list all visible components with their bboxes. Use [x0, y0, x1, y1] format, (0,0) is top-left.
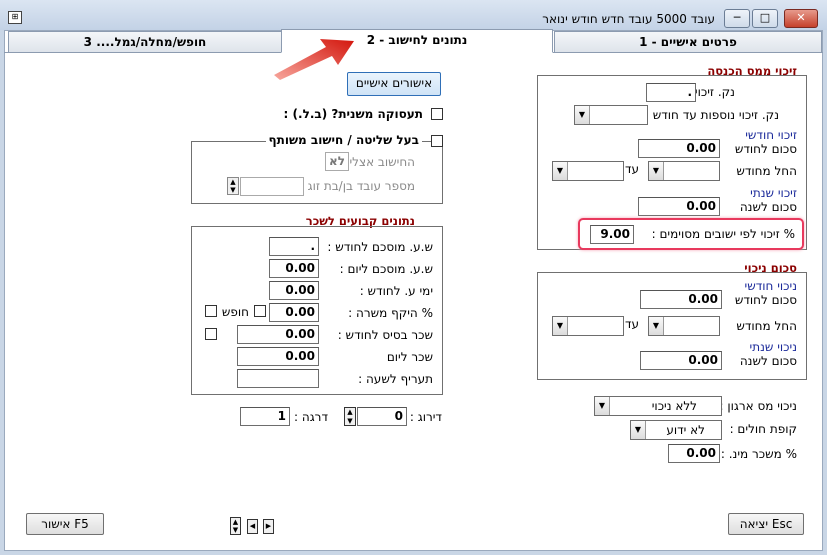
min-wage-input[interactable]: 0.00 [668, 444, 720, 463]
exit-button[interactable]: יציאה Esc [728, 513, 804, 535]
org-tax-value: ללא ניכוי [651, 399, 697, 413]
rating-stepper-icon[interactable]: ▲ ▼ [344, 407, 356, 426]
vacation-checkbox[interactable] [254, 305, 266, 317]
approve-button[interactable]: אישור F5 [26, 513, 104, 535]
health-fund-value: לא ידוע [666, 423, 705, 437]
monthly-credit-title: זיכוי חודשי [745, 128, 797, 142]
extra-until-combo[interactable]: ▼ [574, 105, 648, 125]
controlling-label: בעל שליטה / חישוב משותף [265, 133, 422, 147]
base-salary-label: שכר בסיס לחודש : [337, 328, 433, 342]
org-tax-label: ניכוי מס ארגון : [719, 399, 798, 413]
avg-hours-day-input[interactable]: 0.00 [269, 259, 319, 278]
health-fund-combo[interactable]: ▼ לא ידוע [630, 420, 722, 440]
monthly-deduction-title: ניכוי חודשי [744, 279, 797, 293]
credit-from-month-label: החל מחודש [736, 164, 797, 178]
hourly-rate-input[interactable] [237, 369, 319, 388]
yearly-credit-title: זיכוי שנתי [750, 186, 797, 200]
settlement-credit-input[interactable]: 9.00 [590, 225, 634, 244]
yearly-credit-sum-label: סכום לשנה [739, 200, 797, 214]
tab-personal-details[interactable]: פרטים אישיים - 1 [554, 31, 822, 53]
base-salary-input[interactable]: 0.00 [237, 325, 319, 344]
next-record-icon[interactable]: ▶ [263, 519, 274, 534]
settlement-credit-label: % זיכוי לפי ישובים מסוימים : [651, 227, 795, 241]
yearly-deduction-sum-label: סכום לשנה [739, 354, 797, 368]
yearly-deduction-sum-input[interactable]: 0.00 [640, 351, 722, 370]
base-salary-checkbox[interactable] [205, 328, 217, 340]
chevron-down-icon[interactable]: ▼ [575, 106, 590, 124]
spouse-number-input[interactable] [240, 177, 304, 196]
prev-record-icon[interactable]: ◀ [247, 519, 258, 534]
daily-wage-input[interactable]: 0.00 [237, 347, 319, 366]
grade-input[interactable]: 1 [240, 407, 290, 426]
calc-at-input[interactable]: לא [325, 152, 349, 171]
chevron-down-icon[interactable]: ▼ [553, 317, 568, 335]
chevron-down-icon[interactable]: ▼ [649, 162, 664, 180]
yearly-credit-sum-input[interactable]: 0.00 [638, 197, 720, 216]
close-button[interactable]: ✕ [784, 9, 818, 28]
deduction-until-combo[interactable]: ▼ [552, 316, 624, 336]
work-days-input[interactable]: 0.00 [269, 281, 319, 300]
monthly-deduction-sum-label: סכום לחודש [734, 293, 797, 307]
grade-label: דרגה : [294, 410, 328, 424]
hourly-rate-label: תעריף לשעה : [358, 372, 433, 386]
health-fund-label: קופת חולים : [729, 422, 797, 436]
deduction-from-month-combo[interactable]: ▼ [648, 316, 720, 336]
tab-vacation-sick[interactable]: חופש/מחלה/גמל.... 3 [8, 31, 282, 53]
monthly-deduction-sum-input[interactable]: 0.00 [640, 290, 722, 309]
avg-hours-month-label: ש.ע. מוסכם לחודש : [327, 240, 433, 254]
extra-until-label: נק. זיכוי נוספות עד חודש : [644, 108, 779, 122]
maximize-button[interactable]: □ [752, 9, 778, 28]
app-icon: ⊞ [8, 11, 22, 24]
spouse-stepper-icon[interactable]: ▲ ▼ [227, 177, 239, 195]
rating-label: דירוג : [409, 410, 442, 424]
deduction-from-month-label: החל מחודש [736, 319, 797, 333]
chevron-down-icon[interactable]: ▼ [553, 162, 568, 180]
min-wage-label: % משכר מינ. : [720, 447, 797, 461]
secondary-job-checkbox[interactable] [431, 108, 443, 120]
credit-until-combo[interactable]: ▼ [552, 161, 624, 181]
monthly-credit-sum-input[interactable]: 0.00 [638, 139, 720, 158]
vacation-label: חופש [221, 305, 249, 319]
window-title: עובד 5000 עובד חדש חודש ינואר [542, 12, 715, 26]
chevron-down-icon[interactable]: ▼ [649, 317, 664, 335]
credit-until-label: עד [624, 162, 639, 176]
yearly-deduction-title: ניכוי שנתי [749, 340, 797, 354]
org-tax-combo[interactable]: ▼ ללא ניכוי [594, 396, 722, 416]
deduction-until-label: עד [624, 317, 639, 331]
spouse-number-label: מספר עובד בן/בת זוג : [299, 179, 415, 193]
red-arrow-icon [274, 39, 354, 80]
record-stepper-icon[interactable]: ▲ ▼ [230, 517, 241, 535]
secondary-job-label: תעסוקה משנית? (ב.ל.) : [283, 107, 423, 121]
chevron-down-icon[interactable]: ▼ [631, 421, 646, 439]
minimize-button[interactable]: ─ [724, 9, 750, 28]
extra-points-input[interactable]: . [646, 83, 696, 102]
scope-checkbox[interactable] [205, 305, 217, 317]
monthly-credit-sum-label: סכום לחודש [734, 142, 797, 156]
work-days-label: ימי ע. לחודש : [359, 284, 433, 298]
avg-hours-month-input[interactable]: . [269, 237, 319, 256]
personal-approvals-button[interactable]: אישורים אישיים [347, 72, 441, 96]
daily-wage-label: שכר ליום [386, 350, 433, 364]
credit-from-month-combo[interactable]: ▼ [648, 161, 720, 181]
controlling-checkbox[interactable] [431, 135, 443, 147]
avg-hours-day-label: ש.ע. מוסכם ליום : [339, 262, 433, 276]
rating-input[interactable]: 0 [357, 407, 407, 426]
job-scope-label: % היקף משרה : [348, 306, 433, 320]
job-scope-input[interactable]: 0.00 [269, 303, 319, 322]
chevron-down-icon[interactable]: ▼ [595, 397, 610, 415]
calc-at-label: החישוב אצלי : [341, 155, 415, 169]
